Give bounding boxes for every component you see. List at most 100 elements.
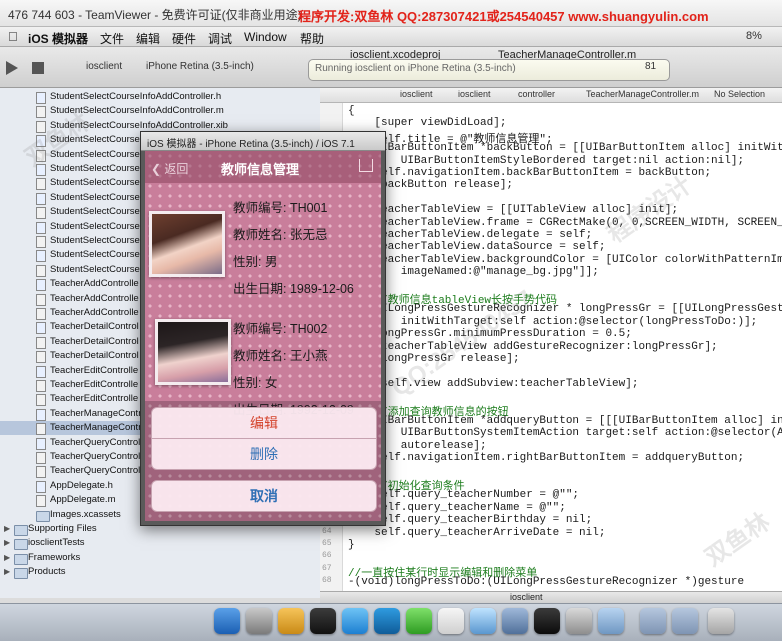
navigator-item-label: TeacherEditControlle [50, 379, 139, 390]
jump-group[interactable]: iosclient [458, 89, 491, 99]
navigator-item-label: TeacherAddControlle [50, 307, 139, 318]
code-line: [self.view addSubview:teacherTableView]; [348, 377, 639, 390]
navigator-item-label: iosclientTests [28, 537, 85, 549]
debug-target-label: iosclient [510, 592, 543, 602]
file-icon [36, 106, 46, 119]
navigator-item[interactable]: StudentSelectCourseInfoAddController.m [0, 104, 320, 119]
code-line: UIBarButtonItemStyleBordered target:nil … [348, 154, 745, 167]
code-line: UIBarButtonItem *addqueryButton = [[[UIB… [348, 415, 782, 427]
run-button[interactable] [6, 61, 18, 75]
file-icon [36, 120, 46, 133]
jump-file[interactable]: TeacherManageController.m [586, 89, 699, 99]
jump-folder[interactable]: controller [518, 89, 555, 99]
teacher-name: 教师姓名: 张无忌 [233, 228, 328, 242]
menu-hardware[interactable]: 硬件 [172, 30, 196, 47]
scheme-device[interactable]: iPhone Retina (3.5-inch) [146, 61, 254, 72]
code-line: } [348, 539, 355, 551]
file-icon [36, 279, 46, 292]
code-line: self.navigationItem.backBarButtonItem = … [348, 167, 712, 179]
apple-icon[interactable]:  [8, 29, 18, 44]
navigator-item[interactable]: ▶ iosclientTests [0, 536, 320, 551]
file-icon [36, 149, 46, 162]
qq-icon[interactable] [534, 608, 560, 634]
file-icon [36, 164, 46, 176]
teacher-name: 教师姓名: 王小燕 [233, 349, 328, 363]
navigator-item-label: Products [28, 566, 66, 578]
menu-app-name[interactable]: iOS 模拟器 [28, 30, 88, 47]
line-number: 67 [322, 563, 332, 573]
navigator-item[interactable]: ▶ Frameworks [0, 551, 320, 565]
code-line: [super viewDidLoad]; [348, 117, 507, 130]
disclosure-triangle-icon[interactable]: ▶ [4, 553, 10, 562]
file-icon [36, 495, 46, 508]
disclosure-triangle-icon[interactable]: ▶ [4, 538, 10, 547]
navigator-item[interactable]: ▶ Products [0, 565, 320, 580]
chrome-icon[interactable] [438, 608, 464, 634]
jump-project[interactable]: iosclient [400, 89, 433, 99]
cancel-button[interactable]: 取消 [151, 480, 377, 512]
teamviewer-icon[interactable] [374, 608, 400, 634]
file-icon [36, 365, 46, 378]
documents-folder-icon[interactable] [672, 608, 698, 634]
line-number: 68 [322, 576, 332, 586]
file-icon [36, 250, 46, 263]
instruments-icon[interactable] [470, 608, 496, 634]
menu-edit[interactable]: 编辑 [136, 30, 160, 47]
warning-count[interactable]: 81 [645, 61, 656, 72]
file-icon [36, 423, 46, 436]
teacher-birthday: 出生日期: 1989-12-06 [233, 282, 354, 296]
menu-file[interactable]: 文件 [100, 30, 124, 47]
menu-debug[interactable]: 调试 [208, 30, 232, 47]
navigator-item-label: TeacherQueryControl [50, 465, 141, 477]
xcode-icon[interactable] [502, 608, 528, 634]
navigator-item-label: TeacherQueryControl [50, 436, 141, 448]
code-line: teacherTableView.backgroundColor = [UICo… [348, 253, 782, 266]
file-icon [36, 221, 46, 234]
navigator-item-label: StudentSelectCourse [50, 163, 140, 174]
navigator-item[interactable]: StudentSelectCourseInfoAddController.h [0, 90, 320, 104]
share-action-icon[interactable] [359, 159, 373, 172]
edit-button[interactable]: 编辑 [151, 407, 377, 439]
dock [0, 603, 782, 641]
navigator-item-label: Frameworks [28, 551, 81, 563]
activity-monitor-icon[interactable] [566, 608, 592, 634]
stop-button[interactable] [32, 62, 44, 74]
menu-help[interactable]: 帮助 [300, 30, 324, 47]
downloads-folder-icon[interactable] [640, 608, 666, 634]
file-icon [36, 293, 46, 306]
disclosure-triangle-icon[interactable]: ▶ [4, 524, 10, 533]
navigator-item-label: StudentSelectCourse [50, 206, 140, 218]
menu-window[interactable]: Window [244, 30, 287, 44]
add-icon[interactable] [406, 608, 432, 634]
navigator-item-label: StudentSelectCourse [50, 134, 140, 146]
file-icon [36, 236, 46, 248]
file-icon [36, 408, 46, 421]
teacher-number: 教师编号: TH001 [233, 201, 328, 215]
navigator-item-label: StudentSelectCourse [50, 220, 140, 232]
code-line: initWithTarget:self action:@selector(lon… [348, 315, 758, 328]
preview-icon[interactable] [598, 608, 624, 634]
disclosure-triangle-icon[interactable]: ▶ [4, 567, 10, 576]
delete-button[interactable]: 删除 [151, 438, 377, 470]
navigator-item-label: TeacherEditControlle [50, 364, 139, 376]
finder-icon[interactable] [214, 608, 240, 634]
teacher-photo [149, 211, 225, 277]
navigator-item-label: AppDelegate.h [50, 479, 113, 491]
teacher-gender: 性别: 女 [233, 376, 278, 390]
navigator-item-label: AppDelegate.m [50, 494, 116, 506]
file-icon [36, 322, 46, 335]
code-line: teacherTableView.dataSource = self; [348, 241, 606, 254]
scheme-project[interactable]: iosclient [86, 61, 122, 72]
navigator-item-label: TeacherDetailControl [50, 335, 139, 347]
file-icon [36, 466, 46, 479]
terminal-icon[interactable] [310, 608, 336, 634]
ios-simulator-window: iOS 模拟器 - iPhone Retina (3.5-inch) / iOS… [140, 131, 386, 526]
jump-selection[interactable]: No Selection [714, 89, 765, 99]
file-icon [36, 135, 46, 148]
trash-icon[interactable] [708, 608, 734, 634]
launchpad-icon[interactable] [246, 608, 272, 634]
back-button[interactable]: ❮ 返回 [151, 160, 188, 177]
code-editor[interactable]: 56575859606162636465666768 { [super view… [320, 103, 782, 591]
photos-icon[interactable] [278, 608, 304, 634]
safari-icon[interactable] [342, 608, 368, 634]
